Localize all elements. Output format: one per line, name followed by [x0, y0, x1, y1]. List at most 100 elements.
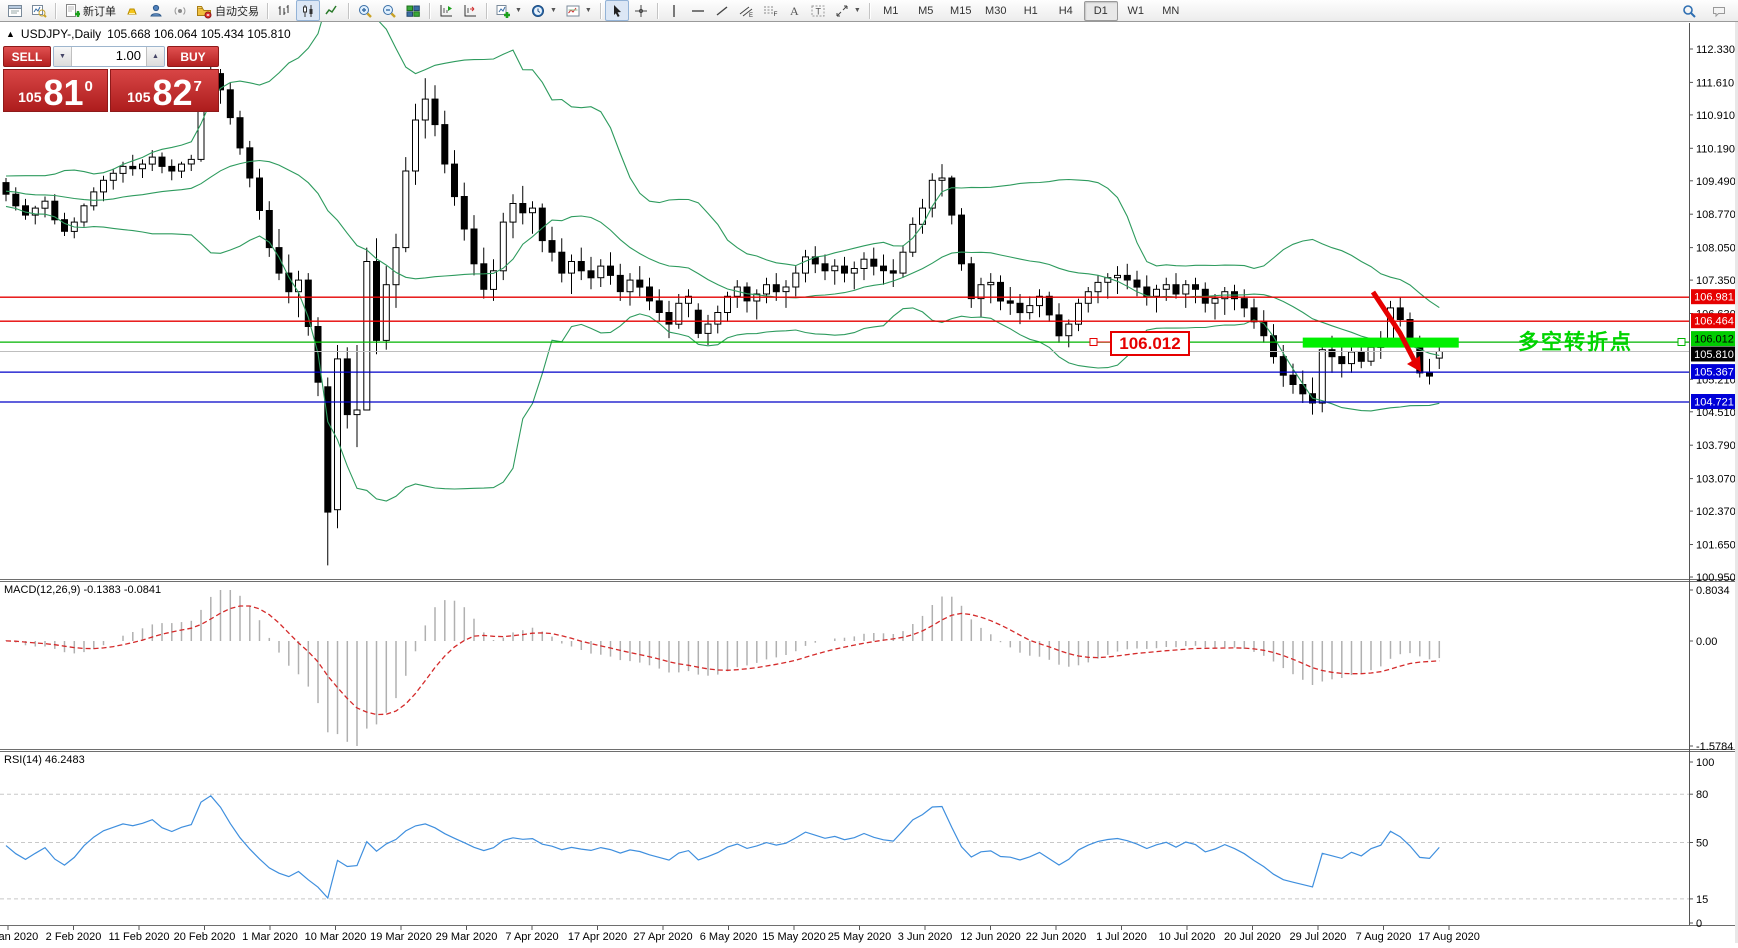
sell-price-prefix: 105 [18, 89, 42, 105]
pivot-zone-bar[interactable] [1302, 337, 1459, 348]
cursor-icon [609, 3, 625, 19]
volume-decrease-button[interactable]: ▼ [54, 47, 72, 66]
svg-text:19 Mar 2020: 19 Mar 2020 [370, 931, 432, 943]
templates-button[interactable]: ▼ [561, 0, 596, 21]
horizontal-line-button[interactable] [686, 0, 710, 21]
cursor-button[interactable] [604, 0, 629, 21]
vertical-line-button[interactable] [662, 0, 686, 21]
timeframe-button-W1[interactable]: W1 [1119, 1, 1153, 21]
timeframe-button-M5[interactable]: M5 [909, 1, 943, 21]
data-window-button[interactable] [27, 0, 51, 21]
svg-text:1 Jul 2020: 1 Jul 2020 [1096, 931, 1147, 943]
svg-text:100: 100 [1696, 757, 1714, 769]
svg-text:106.012: 106.012 [1694, 334, 1734, 346]
svg-text:103.790: 103.790 [1696, 440, 1736, 452]
svg-text:25 May 2020: 25 May 2020 [828, 931, 892, 943]
volume-input[interactable]: 1.00 [72, 47, 146, 66]
bar-chart-button[interactable] [272, 0, 296, 21]
main-toolbar: 新订单 自动交易 ▼ ▼ ▼ E F A T ▼ M1 M5 M15 M30 H1 H4 D… [0, 0, 1738, 22]
periods-button[interactable]: ▼ [526, 0, 561, 21]
buy-price-tile[interactable]: 105 82 7 [110, 69, 219, 112]
text-button[interactable]: A [782, 0, 806, 21]
fibonacci-button[interactable]: F [758, 0, 782, 21]
auto-scroll-icon [438, 3, 454, 19]
chat-button[interactable] [1707, 0, 1731, 21]
chart-shift-icon [462, 3, 478, 19]
zoom-in-button[interactable] [353, 0, 377, 21]
pivot-price-label[interactable]: 106.012 [1110, 331, 1190, 356]
svg-text:10 Jul 2020: 10 Jul 2020 [1159, 931, 1216, 943]
timeframe-button-H1[interactable]: H1 [1014, 1, 1048, 21]
buy-button[interactable]: BUY [167, 46, 219, 67]
svg-text:100.950: 100.950 [1696, 572, 1736, 584]
svg-text:11 Feb 2020: 11 Feb 2020 [109, 931, 170, 943]
dropdown-caret-icon: ▼ [853, 7, 861, 14]
timeframe-button-H4[interactable]: H4 [1049, 1, 1083, 21]
sell-price-sup: 0 [84, 78, 93, 95]
timeframe-button-M1[interactable]: M1 [874, 1, 908, 21]
svg-text:-1.5784: -1.5784 [1696, 741, 1733, 753]
line-chart-button[interactable] [320, 0, 344, 21]
timeframe-button-M30[interactable]: M30 [979, 1, 1013, 21]
svg-text:101.650: 101.650 [1696, 540, 1736, 552]
search-icon [1681, 3, 1697, 19]
shapes-icon [834, 3, 850, 19]
text-label-icon: T [810, 3, 826, 19]
svg-text:17 Aug 2020: 17 Aug 2020 [1418, 931, 1480, 943]
sell-price-tile[interactable]: 105 81 0 [3, 69, 108, 112]
svg-text:T: T [815, 6, 821, 16]
svg-text:106.464: 106.464 [1694, 316, 1734, 328]
chart-window-icon [7, 3, 23, 19]
buy-price-prefix: 105 [127, 89, 151, 105]
svg-text:12 Jun 2020: 12 Jun 2020 [960, 931, 1021, 943]
svg-text:3 Jun 2020: 3 Jun 2020 [898, 931, 952, 943]
chart-shift-button[interactable] [458, 0, 482, 21]
trendline-button[interactable] [710, 0, 734, 21]
timeframe-button-D1[interactable]: D1 [1083, 0, 1118, 21]
sell-price-big: 81 [43, 72, 84, 114]
svg-text:29 Jul 2020: 29 Jul 2020 [1290, 931, 1347, 943]
svg-text:7 Apr 2020: 7 Apr 2020 [505, 931, 558, 943]
crosshair-button[interactable] [629, 0, 653, 21]
candlestick-chart-button[interactable] [296, 0, 320, 21]
zoom-out-button[interactable] [377, 0, 401, 21]
chart-canvas[interactable]: 112.330 111.610 110.910 110.190 109.490 108.7… [0, 0, 1738, 943]
pivot-annotation-text[interactable]: 多空转折点 [1518, 326, 1633, 356]
search-button[interactable] [1677, 0, 1701, 21]
data-window-icon [31, 3, 47, 19]
fibonacci-icon: F [762, 3, 778, 19]
label-handle[interactable] [1089, 338, 1098, 346]
chart-window-button[interactable] [3, 0, 27, 21]
auto-scroll-button[interactable] [434, 0, 458, 21]
text-label-button[interactable]: T [806, 0, 830, 21]
signals-button[interactable] [168, 0, 192, 21]
dropdown-caret-icon: ▼ [584, 7, 592, 14]
community-icon [148, 3, 164, 19]
tile-windows-icon [405, 3, 421, 19]
collapse-triangle-icon[interactable]: ▲ [6, 29, 15, 39]
svg-text:111.610: 111.610 [1696, 77, 1734, 89]
timeframe-button-M15[interactable]: M15 [944, 1, 978, 21]
toolbar-separator [267, 2, 268, 19]
new-chart-button[interactable]: ▼ [491, 0, 526, 21]
svg-text:105.810: 105.810 [1694, 349, 1734, 361]
channel-icon: E [738, 3, 754, 19]
new-order-button[interactable]: 新订单 [60, 0, 120, 21]
line-handle[interactable] [1677, 338, 1686, 346]
svg-text:22 Jun 2020: 22 Jun 2020 [1026, 931, 1087, 943]
text-icon: A [786, 3, 802, 19]
sell-button[interactable]: SELL [3, 46, 51, 67]
svg-text:107.350: 107.350 [1696, 275, 1736, 287]
dropdown-caret-icon: ▼ [549, 7, 557, 14]
community-button[interactable] [144, 0, 168, 21]
market-button[interactable] [120, 0, 144, 21]
auto-trading-label: 自动交易 [215, 5, 259, 18]
tile-windows-button[interactable] [401, 0, 425, 21]
auto-trading-button[interactable]: 自动交易 [192, 0, 263, 21]
svg-text:80: 80 [1696, 789, 1708, 801]
toolbar-separator [55, 2, 56, 19]
shapes-button[interactable]: ▼ [830, 0, 865, 21]
volume-increase-button[interactable]: ▲ [146, 47, 164, 66]
timeframe-button-MN[interactable]: MN [1154, 1, 1188, 21]
channel-button[interactable]: E [734, 0, 758, 21]
